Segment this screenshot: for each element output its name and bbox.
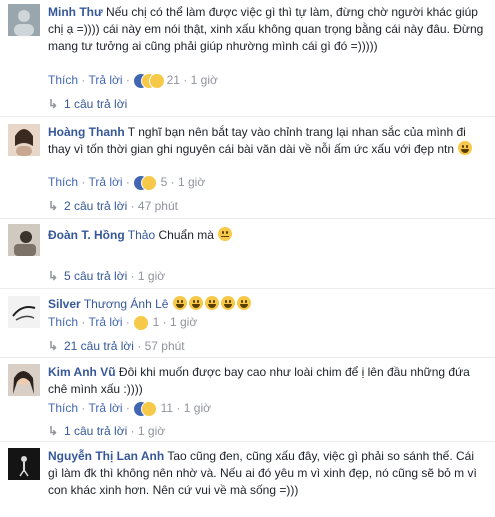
replies-time: 57 phút [144,339,185,353]
reactions-icon[interactable] [133,400,158,417]
replies-time: 1 giờ [137,269,166,283]
avatar[interactable] [8,124,40,156]
divider [0,288,495,289]
avatar[interactable] [8,364,40,396]
divider [0,116,495,117]
comment-body: Kim Anh Vũ Đôi khi muốn được bay cao như… [48,364,487,398]
comment-time[interactable]: 1 giờ [184,401,211,415]
comment-author[interactable]: Đoàn T. Hồng [48,228,125,242]
comment-text: Nếu chị có thể làm được việc gì thì tự l… [48,5,484,53]
reaction-count[interactable]: 21 [167,73,180,87]
laugh-emoji-icon [188,296,203,310]
reply-arrow-icon: ↳ [48,339,59,353]
comment-actions: Thích · Trả lời · 1 · 1 giờ [48,314,198,331]
reply-link[interactable]: Trả lời [88,73,122,87]
tagged-user[interactable]: Thương Ánh Lê [84,297,169,311]
reaction-count[interactable]: 1 [153,315,160,329]
comment-body: Nguyễn Thị Lan Anh Tao cũng đen, cũng xấ… [48,448,487,499]
laugh-emoji-icon [458,141,473,155]
comment-body: Hoàng Thanh T nghĩ bạn nên bắt tay vào c… [48,124,487,158]
replies-time: 47 phút [137,199,178,213]
reactions-icon[interactable] [133,314,150,331]
like-link[interactable]: Thích [48,175,78,189]
reaction-count[interactable]: 11 [161,401,173,415]
comment-body: Silver Thương Ánh Lê [48,296,487,313]
like-link[interactable]: Thích [48,315,78,329]
avatar[interactable] [8,448,40,480]
divider [0,441,495,442]
replies-count[interactable]: 21 câu trả lời [64,339,134,353]
comment-author[interactable]: Nguyễn Thị Lan Anh [48,449,164,463]
comment-time[interactable]: 1 giờ [191,73,218,87]
comment-actions: Thích · Trả lời · 21 · 1 giờ [48,72,218,89]
laugh-emoji-icon [220,296,235,310]
laugh-emoji-icon [172,296,187,310]
replies-time: 1 giờ [137,424,166,438]
reply-arrow-icon: ↳ [48,199,59,213]
avatar[interactable] [8,224,40,256]
divider [0,357,495,358]
reply-link[interactable]: Trả lời [88,401,122,415]
reactions-icon[interactable] [133,174,158,191]
reply-arrow-icon: ↳ [48,424,59,438]
comment-body: Đoàn T. Hồng Thảo Chuẩn mà [48,227,487,244]
comment-author[interactable]: Silver [48,297,81,311]
avatar[interactable] [8,4,40,36]
comment-actions: Thích · Trả lời · 11 · 1 giờ [48,400,211,417]
reactions-icon[interactable] [133,72,166,89]
view-replies[interactable]: ↳ 21 câu trả lời · 57 phút [48,338,185,354]
comment-time[interactable]: 1 giờ [170,315,197,329]
reply-arrow-icon: ↳ [48,269,59,283]
comment-author[interactable]: Minh Thư [48,5,103,19]
like-link[interactable]: Thích [48,401,78,415]
view-replies[interactable]: ↳ 2 câu trả lời · 47 phút [48,198,178,214]
tagged-user[interactable]: Thảo [128,228,155,242]
view-replies[interactable]: ↳ 1 câu trả lời [48,96,127,112]
comment-author[interactable]: Kim Anh Vũ [48,365,116,379]
replies-count[interactable]: 5 câu trả lời [64,269,127,283]
replies-count[interactable]: 1 câu trả lời [64,424,127,438]
divider [0,218,495,219]
view-replies[interactable]: ↳ 5 câu trả lời · 1 giờ [48,268,165,284]
avatar-image [8,124,40,156]
like-link[interactable]: Thích [48,73,78,87]
comment-author[interactable]: Hoàng Thanh [48,125,125,139]
comment-text: Chuẩn mà [158,228,214,242]
reply-arrow-icon: ↳ [48,97,59,111]
laugh-emoji-icon [204,296,219,310]
comment-body: Minh Thư Nếu chị có thể làm được việc gì… [48,4,487,55]
avatar-image [8,296,40,328]
comment-time[interactable]: 1 giờ [178,175,205,189]
avatar[interactable] [8,296,40,328]
avatar-image [8,448,40,480]
reply-link[interactable]: Trả lời [88,315,122,329]
view-replies[interactable]: ↳ 1 câu trả lời · 1 giờ [48,423,165,439]
avatar-image [8,364,40,396]
laugh-emoji-icon [236,296,251,310]
replies-count[interactable]: 1 câu trả lời [64,97,127,111]
avatar-image [8,224,40,256]
comment-actions: Thích · Trả lời · 5 · 1 giờ [48,174,206,191]
reaction-count[interactable]: 5 [161,175,168,189]
replies-count[interactable]: 2 câu trả lời [64,199,127,213]
neutral-emoji-icon [218,227,233,241]
avatar-image [8,4,40,36]
reply-link[interactable]: Trả lời [88,175,122,189]
